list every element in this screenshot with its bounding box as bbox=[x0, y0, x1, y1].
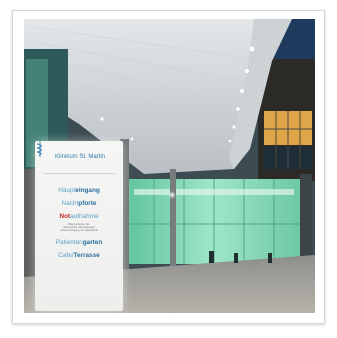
wayfinding-sign: Klinikum St. Martin Haupteingang Nachtpf… bbox=[35, 141, 123, 311]
entry-strong-text: garten bbox=[82, 238, 103, 246]
sign-directory: Haupteingang Nachtpforte Notaufnahme Bit… bbox=[35, 184, 123, 262]
entry-strong-text: pforte bbox=[78, 200, 97, 207]
entry-light-text: Patienten bbox=[55, 238, 83, 246]
hospital-entrance-photo: Klinikum St. Martin Haupteingang Nachtpf… bbox=[24, 19, 315, 313]
entry-strong-text: eingang bbox=[75, 187, 100, 194]
brand-prefix: Klinikum bbox=[55, 154, 80, 160]
sign-entry-cafe: Cafe/Terrasse bbox=[35, 249, 123, 262]
caduceus-logo-icon bbox=[36, 141, 42, 157]
entry-strong-text: Not bbox=[59, 213, 71, 220]
sign-entry-main-entrance: Haupteingang bbox=[35, 184, 123, 197]
entry-strong-text: Terrasse bbox=[73, 251, 100, 259]
sign-brand: Klinikum St. Martin bbox=[55, 154, 105, 160]
entry-light-text: Cafe/ bbox=[58, 251, 74, 259]
sign-entry-patient-garden: Patientengarten bbox=[35, 236, 123, 249]
sign-note: Bitte benutzen Sie während der Abendstun… bbox=[51, 223, 107, 233]
sign-entry-night-gate: Nachtpforte bbox=[35, 197, 123, 210]
photo-frame: Klinikum St. Martin Haupteingang Nachtpf… bbox=[12, 10, 325, 324]
sign-divider bbox=[43, 173, 115, 174]
entry-light-text: Nacht bbox=[61, 200, 79, 207]
sign-note-line: unseren Eingang zur Nachtpforte bbox=[59, 229, 99, 233]
sign-entry-emergency: Notaufnahme bbox=[35, 210, 123, 223]
entry-light-text: aufnahme bbox=[70, 213, 99, 220]
entry-light-text: Haupt bbox=[58, 187, 76, 194]
brand-name: St. Martin bbox=[79, 154, 106, 160]
